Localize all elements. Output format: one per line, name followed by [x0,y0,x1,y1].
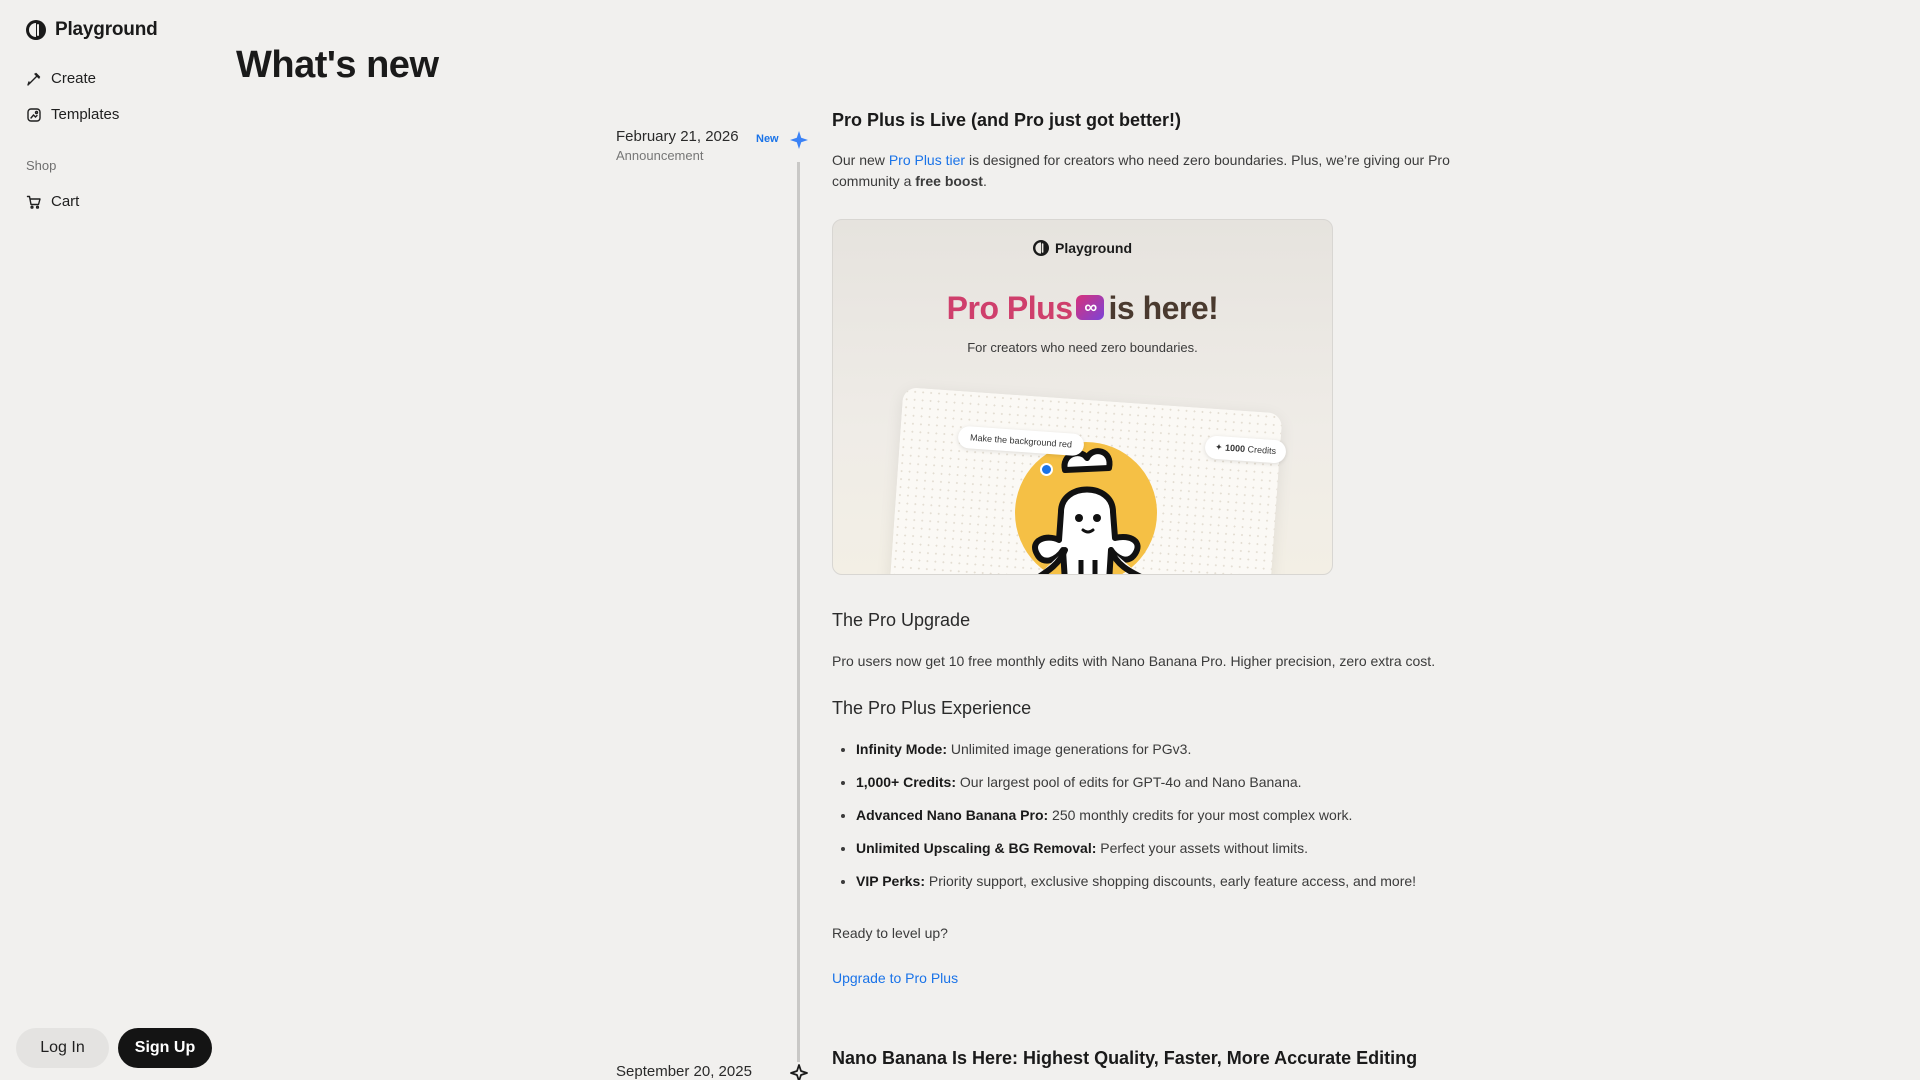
entry-date: February 21, 2026 [616,128,739,145]
list-item-text: Priority support, exclusive shopping dis… [925,873,1417,889]
sidebar: Playground Create Templates Shop Cart Lo… [0,0,230,1080]
sparkle-filled-icon [790,131,808,149]
sidebar-item-label: Templates [51,106,120,123]
list-item-text: Unlimited image generations for PGv3. [947,741,1192,757]
templates-icon [27,107,41,122]
list-item-bold: Infinity Mode: [856,741,947,757]
list-item-bold: Unlimited Upscaling & BG Removal: [856,840,1097,856]
entry-content: Pro Plus is Live (and Pro just got bette… [832,110,1472,192]
upgrade-link[interactable]: Upgrade to Pro Plus [832,968,958,989]
entry-title: Nano Banana Is Here: Highest Quality, Fa… [832,1048,1418,1068]
entry-meta: February 21, 2026 Announcement [616,128,739,163]
create-icon [27,72,41,86]
entry-intro: Our new Pro Plus tier is designed for cr… [832,150,1472,192]
list-item: Unlimited Upscaling & BG Removal: Perfec… [856,839,1416,872]
hero-headline: Pro Plus ∞ is here! [833,290,1332,327]
hero-headline-colored: Pro Plus [946,290,1073,326]
brand-name: Playground [55,19,158,40]
hero-subtitle: For creators who need zero boundaries. [967,340,1198,355]
new-badge: New [756,133,779,145]
entry-date: September 20, 2025 [616,1063,752,1080]
sidebar-item-templates[interactable]: Templates [26,106,119,123]
section-label-shop: Shop [26,158,57,173]
pro-plus-tier-link[interactable]: Pro Plus tier [889,152,965,168]
list-item-bold: Advanced Nano Banana Pro: [856,807,1049,823]
entry-title: Pro Plus is Live (and Pro just got bette… [832,110,1182,130]
intro-text: . [982,173,987,189]
timeline-line [797,162,800,1062]
hero-image: Playground Pro Plus ∞ is here! For creator… [832,219,1333,575]
list-item-text: 250 monthly credits for your most comple… [1048,807,1353,823]
hero-brand: Playground [833,240,1332,256]
playground-logo-icon [26,20,46,40]
section-text-pro-upgrade: Pro users now get 10 free monthly edits … [832,653,1436,669]
intro-text: Our new [832,152,889,168]
credits-number: 1000 [1224,442,1246,454]
cart-icon [26,195,41,209]
hero-headline-rest: is here! [1108,290,1219,326]
sparkle-outline-icon [790,1064,808,1080]
list-item: 1,000+ Credits: Our largest pool of edit… [856,773,1416,806]
brand-logo-link[interactable]: Playground [26,19,158,41]
sidebar-item-cart[interactable]: Cart [26,193,79,210]
list-item: Advanced Nano Banana Pro: 250 monthly cr… [856,806,1416,839]
sidebar-item-label: Cart [51,193,80,210]
intro-bold: free boost [915,173,983,189]
entry-type: Announcement [616,148,704,163]
feature-list: Infinity Mode: Unlimited image generatio… [856,740,1416,905]
sidebar-item-label: Create [51,70,97,87]
playground-logo-icon [1032,240,1049,256]
section-title-pro-plus-experience: The Pro Plus Experience [832,698,1032,718]
cursor-dot [1040,463,1053,476]
login-button[interactable]: Log In [16,1028,109,1068]
section-title-pro-upgrade: The Pro Upgrade [832,610,971,630]
list-item-text: Perfect your assets without limits. [1096,840,1309,856]
page-title: What's new [236,44,439,86]
list-item: VIP Perks: Priority support, exclusive s… [856,872,1416,905]
signup-button[interactable]: Sign Up [118,1028,212,1068]
infinity-icon: ∞ [1076,295,1105,321]
cta-text: Ready to level up? [832,925,948,941]
octopus-chef-icon [1032,448,1142,574]
auth-buttons: Log In Sign Up [16,1028,212,1068]
list-item-bold: VIP Perks: [856,873,926,889]
list-item-text: Our largest pool of edits for GPT-4o and… [956,774,1302,790]
credits-label: Credits [1247,444,1277,457]
sidebar-item-create[interactable]: Create [26,70,96,87]
list-item-bold: 1,000+ Credits: [856,774,956,790]
hero-brand-name: Playground [1054,240,1132,256]
list-item: Infinity Mode: Unlimited image generatio… [856,740,1416,773]
